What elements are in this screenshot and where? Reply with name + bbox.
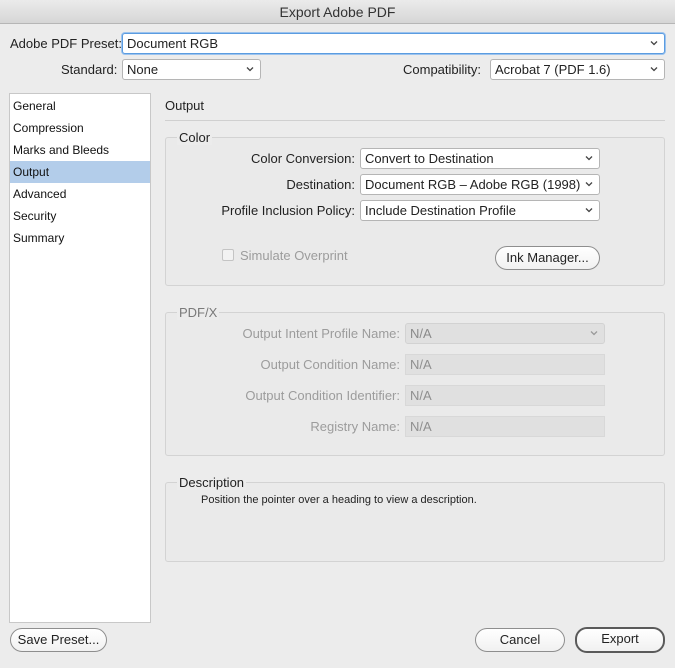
- save-preset-button[interactable]: Save Preset...: [10, 628, 107, 652]
- description-title: Description: [177, 475, 247, 490]
- output-intent-label: Output Intent Profile Name:: [242, 326, 400, 341]
- color-conversion-label: Color Conversion:: [250, 151, 355, 166]
- standard-select[interactable]: None: [122, 59, 261, 80]
- preset-value: Document RGB: [127, 36, 219, 51]
- description-text: Position the pointer over a heading to v…: [201, 494, 477, 506]
- compatibility-select[interactable]: Acrobat 7 (PDF 1.6): [490, 59, 665, 80]
- output-condition-identifier-label: Output Condition Identifier:: [245, 388, 400, 403]
- chevron-down-icon: [650, 39, 658, 47]
- chevron-down-icon: [246, 65, 254, 73]
- sidebar-item-marks-and-bleeds[interactable]: Marks and Bleeds: [10, 139, 150, 161]
- chevron-down-icon: [650, 65, 658, 73]
- color-group-title: Color: [177, 130, 213, 145]
- sidebar: General Compression Marks and Bleeds Out…: [9, 93, 151, 623]
- destination-select[interactable]: Document RGB – Adobe RGB (1998): [360, 174, 600, 195]
- registry-name-field[interactable]: N/A: [405, 416, 605, 437]
- output-intent-select[interactable]: N/A: [405, 323, 605, 344]
- output-condition-identifier-field[interactable]: N/A: [405, 385, 605, 406]
- destination-value: Document RGB – Adobe RGB (1998): [365, 177, 581, 192]
- simulate-overprint-checkbox[interactable]: [222, 249, 234, 261]
- destination-label: Destination:: [286, 177, 355, 192]
- sidebar-item-general[interactable]: General: [10, 95, 150, 117]
- preset-label: Adobe PDF Preset:: [10, 36, 122, 51]
- divider: [165, 120, 665, 121]
- standard-value: None: [127, 62, 159, 77]
- standard-label: Standard:: [61, 62, 118, 77]
- sidebar-item-security[interactable]: Security: [10, 205, 150, 227]
- simulate-overprint-label: Simulate Overprint: [240, 248, 348, 263]
- export-button[interactable]: Export: [575, 627, 665, 653]
- sidebar-item-summary[interactable]: Summary: [10, 227, 150, 249]
- window-title: Export Adobe PDF: [0, 0, 675, 24]
- page-title: Output: [165, 98, 205, 113]
- output-condition-name-label: Output Condition Name:: [260, 357, 400, 372]
- cancel-button[interactable]: Cancel: [475, 628, 565, 652]
- preset-select[interactable]: Document RGB: [122, 33, 665, 54]
- registry-name-label: Registry Name:: [310, 419, 400, 434]
- color-conversion-value: Convert to Destination: [365, 151, 494, 166]
- color-conversion-select[interactable]: Convert to Destination: [360, 148, 600, 169]
- output-condition-name-field[interactable]: N/A: [405, 354, 605, 375]
- sidebar-item-advanced[interactable]: Advanced: [10, 183, 150, 205]
- chevron-down-icon: [585, 206, 593, 214]
- sidebar-item-compression[interactable]: Compression: [10, 117, 150, 139]
- chevron-down-icon: [585, 154, 593, 162]
- compatibility-value: Acrobat 7 (PDF 1.6): [495, 62, 611, 77]
- chevron-down-icon: [585, 180, 593, 188]
- ink-manager-button[interactable]: Ink Manager...: [495, 246, 600, 270]
- sidebar-item-output[interactable]: Output: [10, 161, 150, 183]
- profile-inclusion-value: Include Destination Profile: [365, 203, 517, 218]
- compatibility-label: Compatibility:: [403, 62, 482, 77]
- output-intent-value: N/A: [410, 326, 432, 341]
- chevron-down-icon: [590, 329, 598, 337]
- profile-inclusion-select[interactable]: Include Destination Profile: [360, 200, 600, 221]
- profile-inclusion-label: Profile Inclusion Policy:: [221, 203, 355, 218]
- pdfx-group-title: PDF/X: [177, 305, 220, 320]
